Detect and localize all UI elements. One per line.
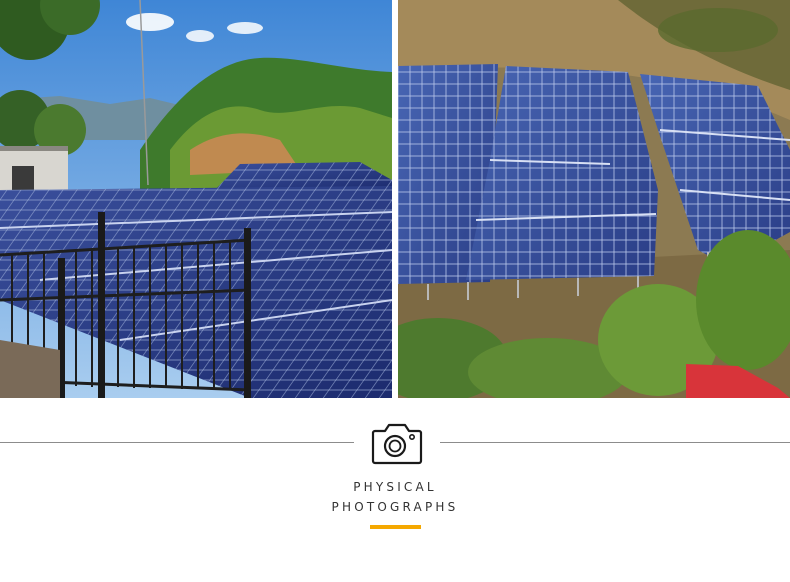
caption-line-2: PHOTOGRAPHS — [331, 500, 459, 514]
photo-solar-hillside — [398, 0, 790, 398]
solar-hillside-image — [398, 0, 790, 398]
divider-line-right — [440, 442, 790, 443]
photo-solar-fence — [0, 0, 392, 398]
camera-icon — [371, 423, 423, 465]
accent-bar — [370, 525, 421, 529]
divider-line-left — [0, 442, 354, 443]
caption-line-1: PHYSICAL — [353, 480, 437, 494]
solar-fence-image — [0, 0, 392, 398]
